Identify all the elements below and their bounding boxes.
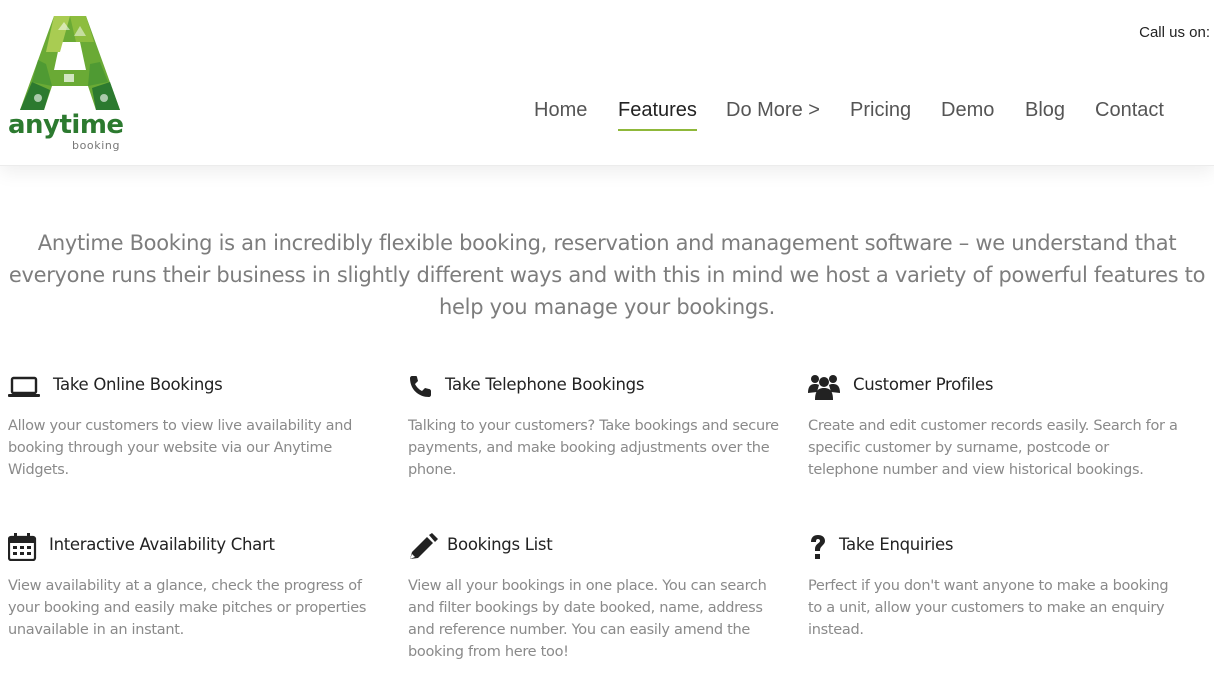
intro-paragraph: Anytime Booking is an incredibly flexibl… — [8, 231, 1206, 319]
feature-title: Take Online Bookings — [53, 375, 223, 394]
nav-home[interactable]: Home — [534, 98, 587, 122]
nav-blog[interactable]: Blog — [1025, 98, 1065, 122]
calendar-icon — [8, 533, 37, 561]
nav-do-more[interactable]: Do More > — [726, 98, 820, 122]
logo-wordmark: anytime — [8, 110, 124, 140]
feature-description: Talking to your customers? Take bookings… — [408, 418, 779, 478]
users-icon — [808, 375, 840, 400]
feature-take-enquiries: Take Enquiries Perfect if you don't want… — [808, 533, 1188, 638]
call-us-text: Call us on: — [1139, 24, 1210, 41]
feature-title: Bookings List — [447, 535, 553, 554]
feature-description: Allow your customers to view live availa… — [8, 418, 353, 478]
question-icon — [811, 535, 825, 559]
feature-title: Take Telephone Bookings — [445, 375, 645, 394]
feature-take-online-bookings: Take Online Bookings Allow your customer… — [8, 373, 388, 478]
nav-pricing[interactable]: Pricing — [850, 98, 911, 122]
logo-subtitle: booking — [72, 139, 121, 152]
feature-take-telephone-bookings: Take Telephone Bookings Talking to your … — [408, 373, 788, 478]
feature-title: Interactive Availability Chart — [49, 535, 275, 554]
feature-customer-profiles: Customer Profiles Create and edit custom… — [808, 373, 1188, 478]
feature-description: View availability at a glance, check the… — [8, 578, 367, 638]
feature-title: Take Enquiries — [839, 535, 954, 554]
site-header: anytime booking Call us on: Home Feature… — [0, 0, 1214, 166]
feature-description: Perfect if you don't want anyone to make… — [808, 578, 1169, 638]
nav-contact[interactable]: Contact — [1095, 98, 1164, 122]
logo-mark-icon — [20, 16, 120, 110]
anytime-booking-logo[interactable]: anytime booking — [8, 12, 130, 154]
nav-features[interactable]: Features — [618, 98, 697, 131]
feature-interactive-availability-chart: Interactive Availability Chart View avai… — [8, 533, 388, 638]
feature-title: Customer Profiles — [853, 375, 994, 394]
nav-features-label: Features — [618, 99, 697, 121]
feature-bookings-list: Bookings List View all your bookings in … — [408, 533, 788, 660]
feature-description: Create and edit customer records easily.… — [808, 418, 1178, 478]
nav-demo[interactable]: Demo — [941, 98, 994, 122]
feature-description: View all your bookings in one place. You… — [408, 578, 767, 660]
laptop-icon — [8, 376, 40, 397]
pencil-icon — [410, 533, 438, 559]
active-nav-underline — [618, 129, 697, 131]
phone-icon — [410, 376, 431, 397]
